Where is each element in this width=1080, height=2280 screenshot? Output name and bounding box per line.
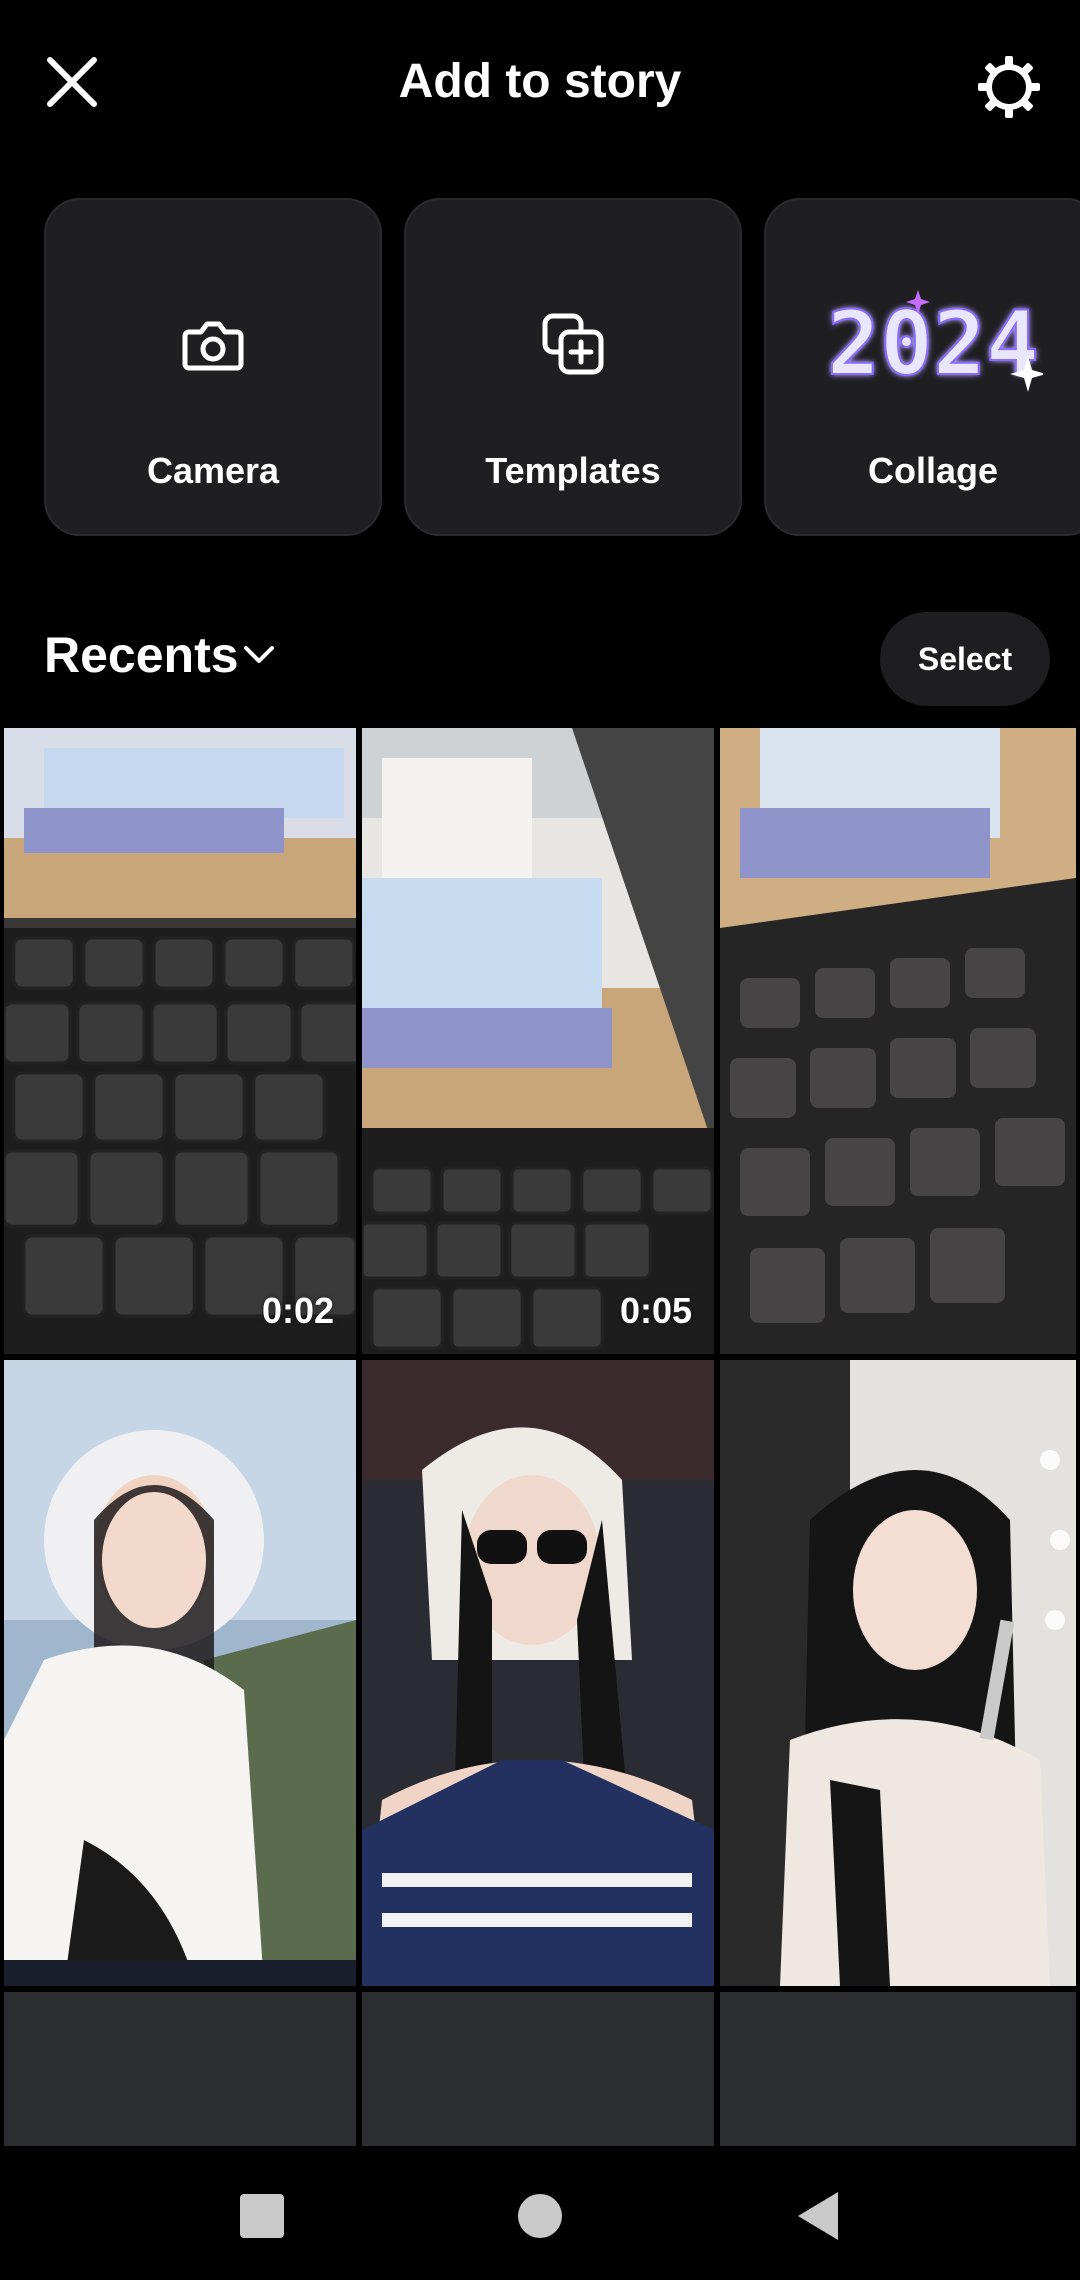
templates-label: Templates bbox=[485, 450, 661, 491]
media-tile-photo[interactable] bbox=[4, 1360, 356, 1986]
media-tile-photo[interactable] bbox=[362, 1360, 714, 1986]
camera-card[interactable]: Camera bbox=[44, 198, 382, 536]
album-dropdown-label[interactable]: Recents bbox=[44, 626, 239, 684]
media-tile-loading[interactable] bbox=[720, 1992, 1076, 2146]
camera-label: Camera bbox=[146, 450, 280, 491]
home-circle-icon[interactable] bbox=[510, 2186, 570, 2246]
media-tile-photo[interactable] bbox=[720, 728, 1076, 1354]
top-bar: Add to story bbox=[0, 0, 1080, 170]
camera-icon bbox=[182, 321, 244, 371]
collage-card[interactable]: 2024 Collage bbox=[764, 198, 1080, 536]
portrait-thumbnail bbox=[4, 1360, 356, 1986]
select-button[interactable]: Select bbox=[880, 612, 1050, 706]
chevron-down-icon[interactable] bbox=[240, 636, 278, 674]
system-nav-bar bbox=[0, 2146, 1080, 2280]
recents-square-icon[interactable] bbox=[232, 2186, 292, 2246]
collage-2024-art: 2024 bbox=[826, 290, 1043, 396]
settings-button[interactable] bbox=[974, 52, 1044, 122]
video-duration: 0:02 bbox=[261, 1290, 334, 1331]
recents-bar: Recents Select bbox=[0, 600, 1080, 720]
media-tile-photo[interactable] bbox=[720, 1360, 1076, 1986]
blurry-keyboard-thumbnail bbox=[720, 728, 1076, 1354]
desk-thumbnail bbox=[362, 728, 714, 1354]
back-triangle-icon[interactable] bbox=[788, 2186, 848, 2246]
templates-icon bbox=[542, 313, 604, 375]
keyboard-thumbnail bbox=[4, 728, 356, 1354]
media-tile-video[interactable]: 0:05 bbox=[362, 728, 714, 1354]
media-tile-loading[interactable] bbox=[362, 1992, 714, 2146]
portrait-thumbnail bbox=[362, 1360, 714, 1986]
collage-label: Collage bbox=[867, 450, 999, 491]
video-duration: 0:05 bbox=[619, 1290, 692, 1331]
media-tile-loading[interactable] bbox=[4, 1992, 356, 2146]
templates-card[interactable]: Templates bbox=[404, 198, 742, 536]
portrait-thumbnail bbox=[720, 1360, 1076, 1986]
media-tile-video[interactable]: 0:02 bbox=[4, 728, 356, 1354]
svg-text:2024: 2024 bbox=[827, 292, 1039, 395]
shortcut-row: Camera Templates 2024 Collage bbox=[44, 198, 1080, 536]
page-title: Add to story bbox=[398, 55, 682, 108]
gear-icon bbox=[978, 56, 1040, 118]
